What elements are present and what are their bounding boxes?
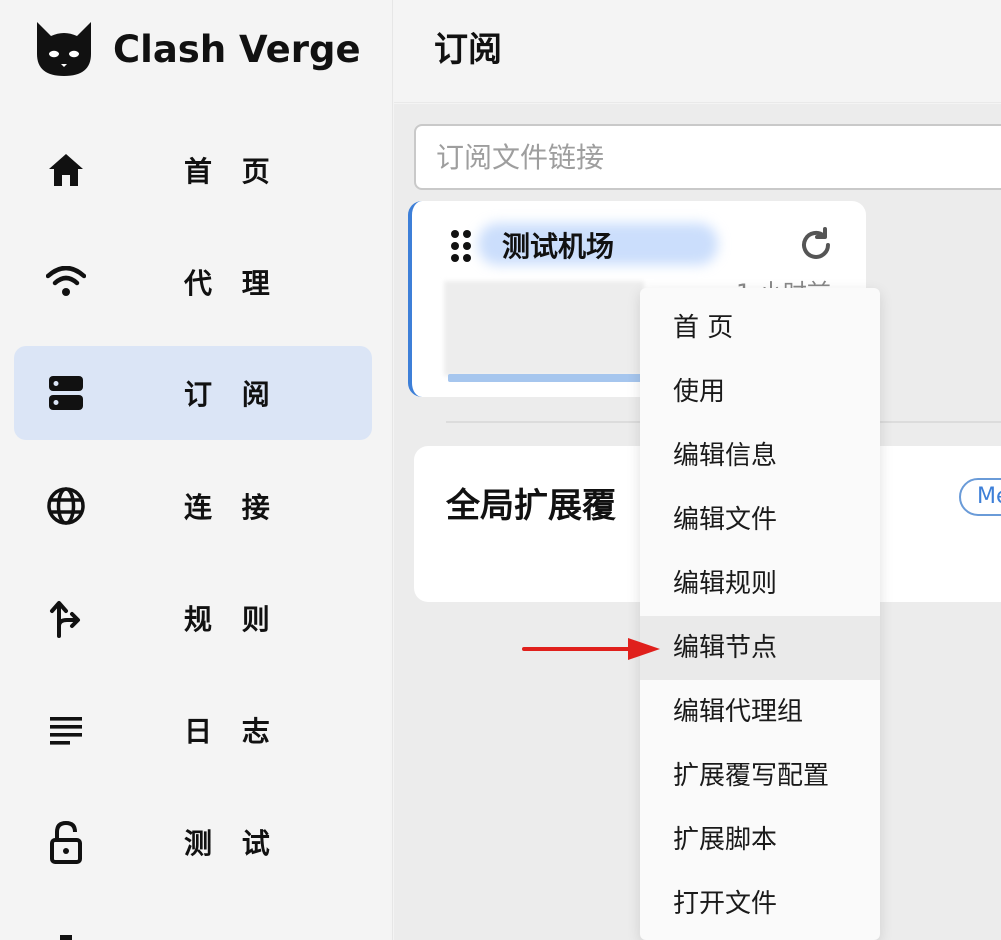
sidebar-item-label: 首 页 (184, 155, 280, 188)
refresh-icon[interactable] (798, 227, 834, 263)
usage-progress-fill (448, 374, 648, 382)
log-lines-icon (46, 710, 86, 750)
sidebar-item-label: 测 试 (184, 827, 280, 860)
global-extend-title: 全局扩展覆 (446, 486, 616, 526)
sidebar-item-label: 订 阅 (184, 378, 280, 411)
app-window: Clash Verge 首 页 代 理 订 阅 连 接 规 则 日 志 测 试 … (0, 0, 1001, 940)
wifi-icon (46, 262, 86, 302)
sidebar-item-proxy[interactable]: 代 理 (14, 235, 372, 329)
menu-item-edit-file[interactable]: 编辑文件 (640, 488, 880, 552)
menu-item-open-file[interactable]: 打开文件 (640, 872, 880, 936)
subscription-url-input[interactable] (414, 124, 1001, 190)
profile-name: 测试机场 (502, 230, 615, 263)
home-icon (46, 150, 86, 190)
menu-item-edit-nodes[interactable]: 编辑节点 (640, 616, 880, 680)
menu-item-extend-override-config[interactable]: 扩展覆写配置 (640, 744, 880, 808)
sidebar-item-connections[interactable]: 连 接 (14, 459, 372, 553)
menu-item-home[interactable]: 首 页 (640, 296, 880, 360)
sidebar-item-label: 连 接 (184, 491, 280, 524)
sidebar-item-label: 日 志 (184, 715, 280, 748)
server-icon (46, 373, 86, 413)
sidebar: Clash Verge 首 页 代 理 订 阅 连 接 规 则 日 志 测 试 (0, 0, 393, 940)
menu-item-extend-script[interactable]: 扩展脚本 (640, 808, 880, 872)
sidebar-item-logs[interactable]: 日 志 (14, 683, 372, 777)
info-redaction-blur (444, 281, 644, 376)
sidebar-item-rules[interactable]: 规 则 (14, 571, 372, 665)
menu-item-edit-rules[interactable]: 编辑规则 (640, 552, 880, 616)
sidebar-item-label: 代 理 (184, 267, 280, 300)
sidebar-item-subscription[interactable]: 订 阅 (14, 346, 372, 440)
profile-context-menu: 首 页 使用 编辑信息 编辑文件 编辑规则 编辑节点 编辑代理组 扩展覆写配置 … (640, 288, 880, 940)
gear-icon (46, 930, 86, 940)
unlock-icon (46, 820, 86, 864)
app-logo: Clash Verge (33, 18, 361, 80)
annotation-arrow-icon (522, 638, 660, 660)
globe-icon (46, 486, 86, 526)
app-name: Clash Verge (113, 27, 361, 71)
cat-logo-icon (37, 22, 91, 76)
menu-item-use[interactable]: 使用 (640, 360, 880, 424)
menu-item-edit-proxy-groups[interactable]: 编辑代理组 (640, 680, 880, 744)
sidebar-item-label: 规 则 (184, 603, 280, 636)
fork-arrow-icon (46, 598, 86, 638)
page-header: 订阅 (394, 0, 1001, 103)
sidebar-item-test[interactable]: 测 试 (14, 795, 372, 889)
drag-handle-icon[interactable] (450, 229, 472, 263)
sidebar-item-home[interactable]: 首 页 (14, 123, 372, 217)
page-title: 订阅 (434, 30, 502, 70)
menu-item-edit-info[interactable]: 编辑信息 (640, 424, 880, 488)
mode-badge[interactable]: Me (959, 478, 1001, 516)
sidebar-item-settings[interactable] (14, 920, 372, 940)
